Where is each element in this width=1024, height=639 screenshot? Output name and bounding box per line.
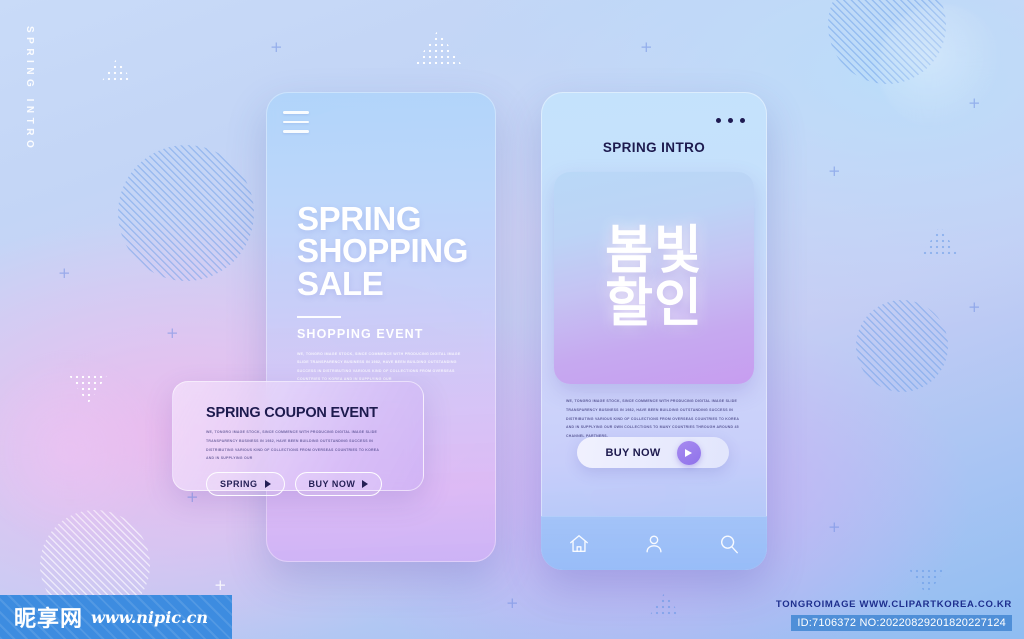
decor-dot-triangle-top: [415, 30, 461, 64]
decor-striped-circle-midright: [856, 300, 948, 392]
coupon-body-text: WE, TONGRO IMAGE STOCK, SINCE COMMENCE W…: [206, 430, 380, 461]
left-title-line-1: SPRING: [297, 200, 422, 237]
left-title-line-3: SALE: [297, 264, 384, 302]
home-icon[interactable]: [568, 533, 590, 555]
decor-plus-2: +: [640, 38, 653, 56]
coupon-button-row: SPRING BUY NOW: [206, 472, 423, 496]
decor-dot-triangle-left-mid: [68, 374, 108, 404]
hero-korean-line-2: 할인: [605, 274, 703, 334]
spring-button-label: SPRING: [220, 479, 258, 489]
watermark-clipartkorea: TONGROIMAGE WWW.CLIPARTKOREA.CO.KR ID:71…: [776, 599, 1012, 631]
decor-dot-triangle-bottom-right: [908, 568, 946, 596]
search-icon[interactable]: [718, 533, 740, 555]
decor-plus-5: +: [968, 298, 981, 316]
phone-mockup-right: SPRING INTRO 봄빛 할인 WE, TONGRO IMAGE STOC…: [541, 92, 767, 570]
hero-korean-line-1: 봄빛: [605, 220, 703, 281]
buy-now-button-label: BUY NOW: [308, 479, 356, 489]
buy-now-pill-label: BUY NOW: [605, 446, 661, 459]
decor-plus-8: +: [166, 324, 179, 342]
play-circle-icon: [676, 440, 701, 465]
decor-dot-triangle-right: [922, 226, 958, 254]
decor-plus-3: +: [828, 162, 841, 180]
play-triangle-icon: [264, 480, 271, 488]
coupon-title: SPRING COUPON EVENT: [206, 405, 378, 421]
watermark-nipic: 昵享网 www.nipic.cn: [0, 595, 232, 639]
user-icon[interactable]: [643, 533, 665, 555]
buy-now-pill-button[interactable]: BUY NOW: [577, 437, 729, 468]
decor-plus-10: +: [828, 518, 841, 536]
watermark-source-line: TONGROIMAGE WWW.CLIPARTKOREA.CO.KR: [775, 599, 1012, 610]
play-triangle-icon: [362, 480, 369, 488]
decor-plus-11: +: [214, 576, 227, 594]
buy-now-button[interactable]: BUY NOW: [294, 472, 383, 496]
hamburger-bar: [283, 130, 309, 133]
right-phone-title: SPRING INTRO: [602, 140, 706, 155]
decor-soft-blob-topright: [878, 4, 1004, 130]
left-body-text: WE, TONGRO IMAGE STOCK, SINCE COMMENCE W…: [297, 351, 461, 382]
decor-striped-circle-topright: [828, 0, 946, 84]
decor-soft-blob-left: [0, 350, 170, 550]
dot: [716, 118, 721, 123]
dot: [740, 118, 745, 123]
watermark-url: www.nipic.cn: [91, 607, 208, 627]
dot: [728, 118, 733, 123]
side-vertical-label: SPRING INTRO: [24, 26, 35, 153]
more-dots-icon[interactable]: [716, 118, 745, 123]
right-body-text: WE, TONGRO IMAGE STOCK, SINCE COMMENCE W…: [566, 399, 740, 438]
decor-plus-9: +: [506, 594, 519, 612]
decor-plus-6: +: [186, 488, 199, 506]
left-subtitle: SHOPPING EVENT: [297, 326, 424, 341]
decor-plus-4: +: [968, 94, 981, 112]
decor-dot-triangle-bottom-mid: [648, 592, 682, 618]
play-triangle-icon: [685, 448, 693, 457]
decor-dot-triangle-upper-left: [100, 58, 134, 84]
left-phone-copy-block: SPRING SHOPPING SALE SHOPPING EVENT WE, …: [297, 200, 493, 384]
coupon-card: SPRING COUPON EVENT WE, TONGRO IMAGE STO…: [172, 381, 424, 496]
bottom-navigation-bar: [541, 516, 767, 570]
divider-rule: [297, 315, 341, 318]
hamburger-icon[interactable]: [283, 111, 309, 133]
spring-button[interactable]: SPRING: [206, 472, 285, 496]
decor-plus-7: +: [58, 264, 71, 282]
hamburger-bar: [283, 111, 309, 114]
watermark-id-line: ID:7106372 NO:20220829201820227124: [791, 615, 1012, 631]
watermark-brand-cn: 昵享网: [14, 607, 84, 632]
decor-plus-1: +: [270, 38, 283, 56]
hamburger-bar: [283, 120, 309, 124]
hero-card: 봄빛 할인: [554, 172, 754, 384]
decor-striped-circle-left: [118, 145, 254, 281]
left-title-line-2: SHOPPING: [297, 232, 469, 270]
